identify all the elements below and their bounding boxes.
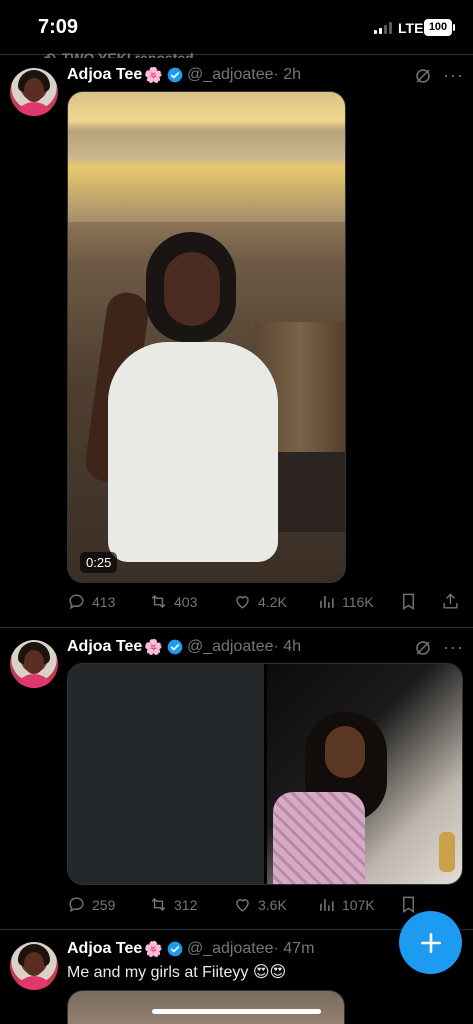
compose-button[interactable] (399, 911, 462, 974)
action-bar: 413 403 4.2K 116K (67, 592, 463, 616)
signal-icon (374, 22, 392, 34)
compose-icon (420, 932, 441, 953)
avatar[interactable] (10, 68, 58, 116)
repost-icon (151, 897, 166, 912)
views-button[interactable]: 116K (317, 592, 374, 611)
tweet-header: Adjoa Tee 🌸 @_adjoatee · 47m (67, 940, 314, 958)
tweet-media-grid[interactable] (67, 663, 463, 885)
flower-emoji: 🌸 (144, 639, 163, 656)
tweet-image[interactable] (68, 664, 264, 884)
author-handle[interactable]: @_adjoatee (187, 638, 274, 656)
status-time: 7:09 (38, 16, 79, 38)
grok-icon[interactable] (414, 67, 432, 85)
verified-badge-icon (167, 941, 183, 957)
repost-banner-text: TWO YEKI reposted (61, 50, 194, 58)
more-icon[interactable]: ··· (443, 66, 464, 84)
repost-button[interactable]: 312 (149, 895, 197, 914)
tweet-text: Me and my girls at Fiiteyy 😍😍 (67, 964, 287, 981)
flower-emoji: 🌸 (144, 67, 163, 84)
views-count: 107K (342, 896, 375, 913)
reply-button[interactable]: 413 (67, 592, 115, 611)
repost-icon (151, 594, 166, 609)
like-icon (236, 899, 249, 912)
author-name[interactable]: Adjoa Tee (67, 940, 142, 958)
tweet-time[interactable]: · 4h (274, 638, 302, 656)
reply-count: 413 (92, 593, 116, 610)
like-count: 3.6K (258, 896, 287, 913)
tweet-time[interactable]: · 2h (274, 66, 302, 84)
avatar[interactable] (10, 640, 58, 688)
views-count: 116K (342, 593, 374, 610)
repost-banner[interactable]: ⟲ TWO YEKI reposted (44, 44, 194, 58)
tweet-image[interactable] (67, 990, 345, 1024)
repost-count: 403 (174, 593, 198, 610)
home-indicator[interactable] (152, 1009, 321, 1014)
views-button[interactable]: 107K (317, 895, 375, 914)
repost-button[interactable]: 403 (149, 592, 197, 611)
repost-count: 312 (174, 896, 198, 913)
bookmark-icon[interactable] (399, 895, 418, 914)
like-icon (236, 596, 249, 609)
share-icon[interactable] (441, 592, 460, 611)
verified-badge-icon (167, 67, 183, 83)
bookmark-icon[interactable] (399, 592, 418, 611)
like-button[interactable]: 4.2K (233, 592, 287, 611)
network-label: LTE (398, 20, 424, 36)
reply-icon (69, 897, 84, 913)
reply-icon (69, 594, 84, 610)
reply-button[interactable]: 259 (67, 895, 115, 914)
tweet-header: Adjoa Tee 🌸 @_adjoatee · 4h (67, 638, 301, 656)
avatar[interactable] (10, 942, 58, 990)
action-bar: 259 312 3.6K 107K (67, 895, 463, 919)
author-handle[interactable]: @_adjoatee (187, 66, 274, 84)
like-button[interactable]: 3.6K (233, 895, 287, 914)
tweet-image[interactable] (267, 664, 462, 884)
more-icon[interactable]: ··· (443, 638, 464, 656)
tweet-header: Adjoa Tee 🌸 @_adjoatee · 2h (67, 66, 301, 84)
grok-icon[interactable] (414, 639, 432, 657)
author-name[interactable]: Adjoa Tee (67, 638, 142, 656)
views-icon (320, 898, 334, 911)
flower-emoji: 🌸 (144, 941, 163, 958)
battery-icon: 100 (424, 19, 455, 36)
tweet-time[interactable]: · 47m (274, 940, 315, 958)
video-duration: 0:25 (80, 552, 118, 573)
repost-small-icon: ⟲ (44, 50, 56, 58)
author-name[interactable]: Adjoa Tee (67, 66, 142, 84)
views-icon (320, 595, 334, 608)
tweet-video[interactable]: 0:25 (67, 91, 346, 583)
divider (0, 627, 473, 628)
verified-badge-icon (167, 639, 183, 655)
like-count: 4.2K (258, 593, 287, 610)
author-handle[interactable]: @_adjoatee (187, 940, 274, 958)
reply-count: 259 (92, 896, 116, 913)
